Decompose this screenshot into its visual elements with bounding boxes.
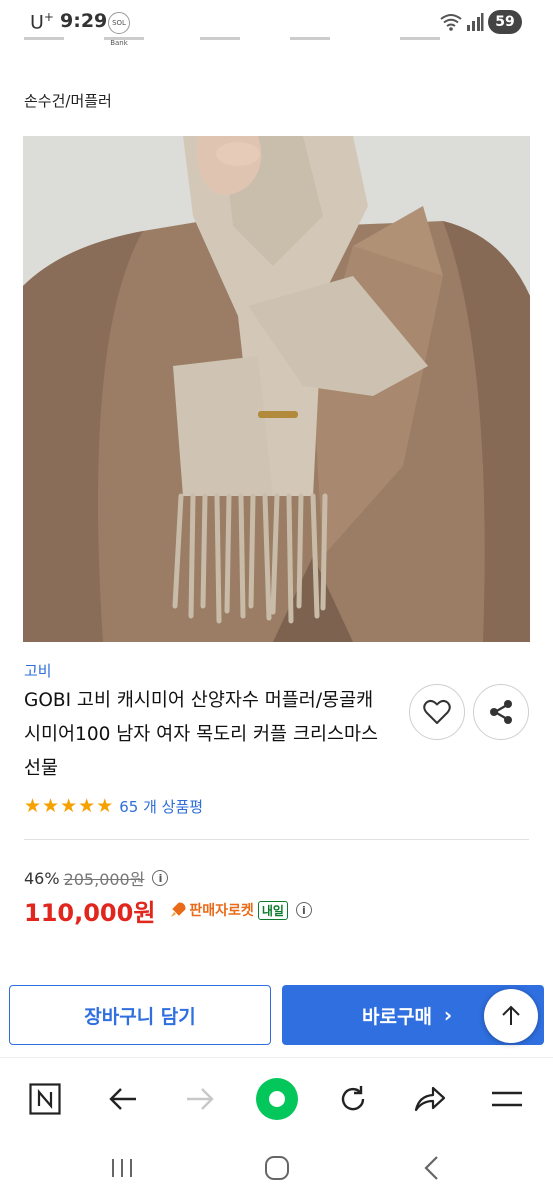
share-arrow-icon [414, 1086, 446, 1112]
scroll-to-top-button[interactable] [484, 989, 538, 1043]
star-rating: ★ ★ ★ ★ ★ [24, 796, 113, 816]
home-icon [265, 1156, 289, 1180]
info-icon[interactable]: i [152, 870, 169, 886]
product-photo-illustration [23, 136, 530, 642]
battery-indicator: 59 [488, 10, 522, 34]
discount-rate: 46% [24, 868, 60, 888]
delivery-day-badge: 내일 [257, 900, 288, 920]
heart-icon [423, 699, 451, 724]
green-dot-button[interactable] [254, 1076, 300, 1122]
signal-icon [467, 13, 484, 31]
arrow-up-icon [502, 1005, 520, 1025]
share-button[interactable] [473, 684, 529, 740]
naver-home-button[interactable] [22, 1076, 68, 1122]
favorite-button[interactable] [409, 684, 465, 740]
wifi-icon [440, 14, 462, 31]
brand-link[interactable]: 고비 [24, 660, 52, 681]
star-icon: ★ [96, 795, 114, 817]
buy-now-label: 바로구매 [362, 1005, 432, 1028]
arrow-left-icon [109, 1088, 136, 1110]
forward-button[interactable] [177, 1076, 223, 1122]
naver-n-icon [29, 1083, 61, 1115]
rating-row[interactable]: ★ ★ ★ ★ ★ 65 개 상품평 [24, 795, 203, 817]
sol-bank-icon: SOL Bank [108, 12, 130, 47]
rocket-icon [171, 902, 186, 917]
menu-button[interactable] [484, 1076, 530, 1122]
browser-toolbar [0, 1057, 553, 1137]
star-icon: ★ [42, 795, 60, 817]
status-time: 9:29 [60, 10, 108, 32]
original-price: 205,000원 [63, 870, 145, 889]
star-icon: ★ [60, 795, 78, 817]
product-title: GOBI 고비 캐시미어 산양자수 머플러/몽골캐시미어100 남자 여자 목도… [24, 690, 379, 779]
green-dot-icon [256, 1078, 298, 1120]
chevron-right-icon: › [443, 1003, 453, 1027]
sale-price-row: 110,000원 판매자로켓 내일 i [24, 893, 312, 927]
recent-apps-button[interactable] [102, 1151, 142, 1185]
carrier-label: U+ [30, 10, 54, 34]
arrow-right-icon [187, 1088, 214, 1110]
review-count-link[interactable]: 65 개 상품평 [119, 796, 203, 817]
delivery-badge: 판매자로켓 [189, 903, 254, 919]
share-icon [490, 700, 512, 724]
divider [24, 839, 529, 840]
system-back-button[interactable] [412, 1151, 452, 1185]
share-page-button[interactable] [407, 1076, 453, 1122]
hamburger-menu-icon [492, 1091, 522, 1107]
info-icon[interactable]: i [295, 902, 312, 918]
sale-price: 110,000원 [24, 898, 156, 927]
star-icon: ★ [78, 795, 96, 817]
refresh-button[interactable] [330, 1076, 376, 1122]
back-button[interactable] [100, 1076, 146, 1122]
category-tabs-scrolled [0, 36, 553, 44]
breadcrumb[interactable]: 손수건/머플러 [24, 90, 112, 111]
original-price-row: 46% 205,000원 i [24, 866, 169, 890]
home-button[interactable] [257, 1151, 297, 1185]
recent-apps-icon [112, 1159, 132, 1177]
star-icon: ★ [24, 795, 42, 817]
product-image[interactable] [23, 136, 530, 642]
chevron-left-icon [424, 1156, 438, 1180]
add-to-cart-button[interactable]: 장바구니 담기 [9, 985, 271, 1045]
system-navigation-bar [0, 1137, 553, 1200]
refresh-icon [341, 1086, 365, 1111]
